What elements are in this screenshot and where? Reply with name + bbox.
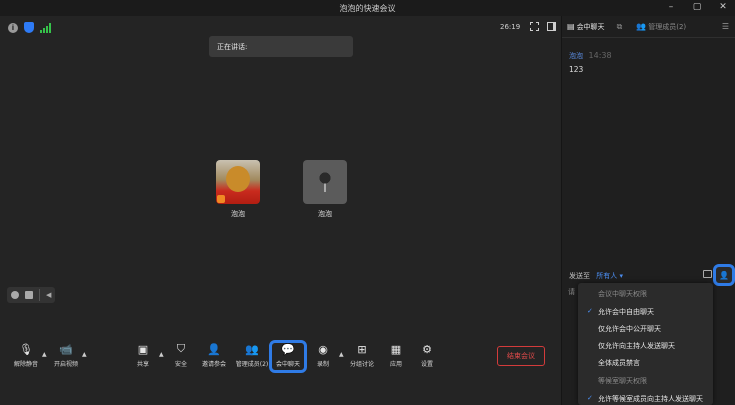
send-to-row: 发送至 所有人 ▾ <box>569 271 623 281</box>
menu-item-public-chat-only[interactable]: 仅允许会中公开聊天 <box>578 324 713 334</box>
settings-button[interactable]: ⚙ 设置 <box>407 342 447 369</box>
send-to-select[interactable]: 所有人 ▾ <box>596 272 623 280</box>
signal-icon[interactable] <box>40 22 51 33</box>
user-settings-icon: 👤 <box>719 270 729 280</box>
menu-header-waiting-room: 等候室聊天权限 <box>598 377 647 385</box>
floating-tools: ◀ <box>7 287 56 303</box>
chat-input[interactable]: 请 <box>568 287 575 297</box>
record-button[interactable]: ◉ 录制 <box>303 342 343 369</box>
manage-members-button[interactable]: 👥 管理成员(2) <box>232 342 272 369</box>
collapse-arrow-icon[interactable]: ◀ <box>46 291 51 299</box>
record-icon: ◉ <box>318 342 328 356</box>
close-button[interactable]: ✕ <box>717 2 729 13</box>
layout-icon[interactable] <box>547 22 556 31</box>
invite-button[interactable]: 👤 邀请参会 <box>194 342 234 369</box>
participant-tile[interactable]: 泡泡 <box>216 160 260 219</box>
message-text: 123 <box>569 65 584 74</box>
host-badge-icon <box>217 195 225 203</box>
start-video-button[interactable]: 📹 开启视频 <box>46 342 86 369</box>
menu-item-allow-free-chat[interactable]: ✓ 允许会中自由聊天 <box>578 307 713 317</box>
unmute-button[interactable]: 🎙 解除静音 <box>6 342 46 369</box>
video-off-icon: 📹 <box>59 342 73 356</box>
breakout-rooms-icon: ⊞ <box>357 342 367 356</box>
send-to-label: 发送至 <box>569 272 590 280</box>
chat-permission-menu: 会议中聊天权限 ✓ 允许会中自由聊天 仅允许会中公开聊天 仅允许向主持人发送聊天… <box>578 283 713 405</box>
menu-item-host-chat-only[interactable]: 仅允许向主持人发送聊天 <box>578 341 713 351</box>
end-meeting-button[interactable]: 结束会议 <box>497 346 545 366</box>
speaking-indicator: 正在讲话: <box>209 36 353 57</box>
chat-bubble-icon: ▤ <box>567 22 575 31</box>
check-icon: ✓ <box>587 307 593 315</box>
participant-name: 泡泡 <box>231 210 245 218</box>
chat-permission-button[interactable]: 👤 <box>713 264 735 286</box>
shield-icon: ⛉ <box>176 342 186 355</box>
rose-icon <box>318 172 332 192</box>
participant-name: 泡泡 <box>318 210 332 218</box>
menu-header-chat-permission: 会议中聊天权限 <box>598 290 647 298</box>
shield-icon[interactable] <box>24 22 34 33</box>
avatar <box>216 160 260 204</box>
share-screen-icon: ▣ <box>137 342 149 356</box>
participant-tile[interactable]: 泡泡 <box>303 160 347 219</box>
tab-members[interactable]: 👥 管理成员(2) <box>636 22 686 32</box>
apps-grid-icon: ▦ <box>390 342 402 356</box>
share-button[interactable]: ▣ 共享 <box>123 342 163 369</box>
tab-chat[interactable]: ▤ 会中聊天 <box>567 22 605 32</box>
minimize-button[interactable]: – <box>665 2 677 13</box>
message-sender: 泡泡 <box>569 52 583 60</box>
avatar <box>303 160 347 204</box>
add-user-icon: 👤 <box>207 342 221 356</box>
menu-item-mute-all[interactable]: 全体成员禁言 <box>578 358 713 368</box>
fullscreen-icon[interactable] <box>530 22 539 31</box>
caption-icon[interactable] <box>25 291 33 299</box>
info-icon[interactable]: i <box>8 22 18 33</box>
video-options-caret[interactable]: ▲ <box>82 351 87 358</box>
tab-popout[interactable]: ⧉ <box>617 22 625 32</box>
chat-button-highlight <box>269 340 307 373</box>
check-icon: ✓ <box>587 394 593 402</box>
members-icon: 👥 <box>636 22 647 31</box>
title-bar: 泡泡的快速会议 – ▢ ✕ <box>0 0 735 16</box>
popout-window-icon: ⧉ <box>616 21 623 31</box>
menu-item-waiting-room-chat[interactable]: ✓ 允许等候室成员向主持人发送聊天 <box>578 394 713 404</box>
meeting-timer: 26:19 <box>500 23 521 31</box>
mic-muted-icon: 🎙 <box>19 342 33 356</box>
gear-icon: ⚙ <box>422 342 432 356</box>
file-icon[interactable] <box>703 270 712 278</box>
emoji-icon[interactable] <box>11 291 19 299</box>
chat-message: 泡泡 14:38 123 <box>569 51 612 74</box>
panel-menu-icon[interactable]: ☰ <box>722 22 729 31</box>
window-title: 泡泡的快速会议 <box>339 4 396 13</box>
members-icon: 👥 <box>245 342 259 356</box>
message-time: 14:38 <box>588 51 612 60</box>
maximize-button[interactable]: ▢ <box>691 2 703 13</box>
